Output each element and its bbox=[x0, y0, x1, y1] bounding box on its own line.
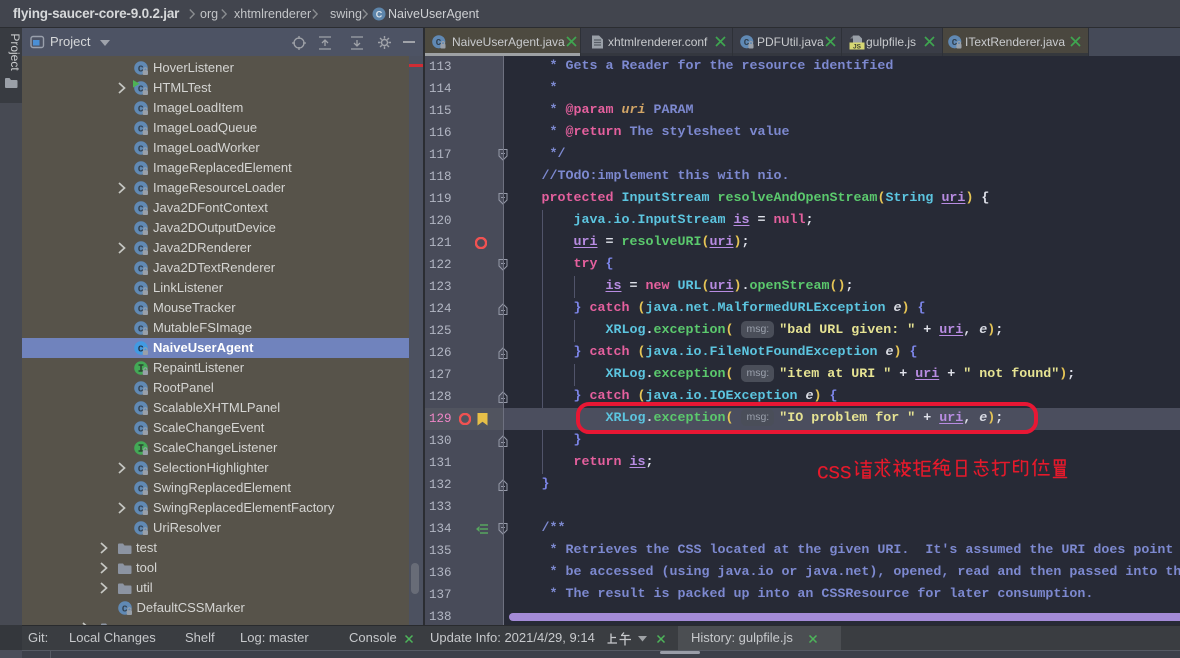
svg-text:JS: JS bbox=[853, 44, 862, 51]
svg-text:css: css bbox=[817, 458, 852, 484]
svg-text:C: C bbox=[376, 10, 383, 20]
